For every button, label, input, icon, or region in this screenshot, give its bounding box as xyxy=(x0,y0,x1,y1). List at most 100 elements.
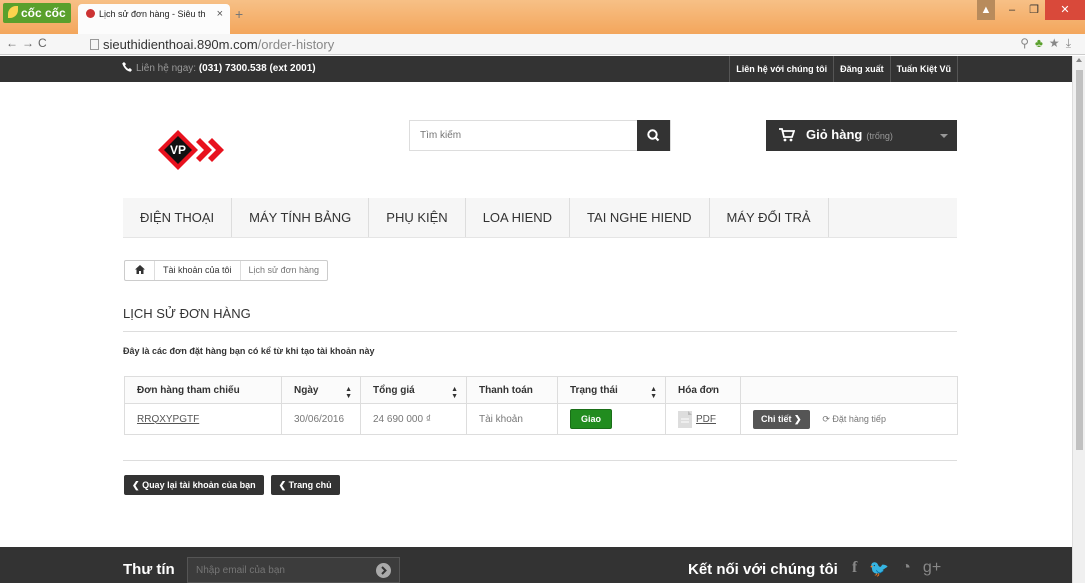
contact-phone: (031) 7300.538 (ext 2001) xyxy=(198,63,316,74)
orders-table: Đơn hàng tham chiếu Ngày ▲ ▼ Tổng giá ▲ ▼ Th… xyxy=(124,376,958,435)
home-icon[interactable] xyxy=(125,261,155,280)
newsletter-title: Thư tín xyxy=(123,561,175,578)
logout-link[interactable]: Đăng xuất xyxy=(833,56,890,82)
reorder-link[interactable]: ⟳ Đặt hàng tiếp xyxy=(822,414,886,424)
minimize-button[interactable]: – xyxy=(1001,0,1023,20)
newsletter-email-input[interactable] xyxy=(188,558,368,582)
search-input[interactable] xyxy=(410,121,638,150)
new-tab-button[interactable]: + xyxy=(235,6,243,22)
col-total[interactable]: Tổng giá ▲ ▼ xyxy=(360,376,467,404)
tab-close-icon[interactable]: × xyxy=(217,8,223,20)
menu-item-speakers[interactable]: LOA HIEND xyxy=(466,198,571,237)
url-host: sieuthidienthoai.890m.com xyxy=(103,37,258,52)
sort-icon[interactable]: ▲ ▼ xyxy=(650,386,657,400)
col-reference-label: Đơn hàng tham chiếu xyxy=(137,384,240,396)
menu-item-phones[interactable]: ĐIỆN THOẠI xyxy=(123,198,233,237)
back-to-account-label: Quay lại tài khoản của bạn xyxy=(142,480,256,490)
order-details-button[interactable]: Chi tiết ❯ xyxy=(753,409,810,429)
back-to-account-button[interactable]: ❮ Quay lại tài khoản của bạn xyxy=(124,475,264,495)
menu-item-tablets[interactable]: MÁY TÍNH BẢNG xyxy=(232,198,370,237)
menu-item-accessories[interactable]: PHỤ KIỆN xyxy=(369,198,466,237)
facebook-icon[interactable]: f xyxy=(852,559,857,579)
breadcrumb-account[interactable]: Tài khoản của tôi xyxy=(155,261,240,280)
col-date[interactable]: Ngày ▲ ▼ xyxy=(281,376,361,404)
page-icon xyxy=(90,39,99,50)
bookmark-star-icon[interactable]: ★ xyxy=(1049,36,1066,50)
pdf-file-icon[interactable] xyxy=(678,410,692,428)
phone-icon xyxy=(122,62,132,72)
cell-status: Giao xyxy=(557,403,666,435)
download-icon[interactable]: ⤓ xyxy=(1066,36,1077,50)
scroll-up-icon[interactable] xyxy=(1076,58,1082,62)
refresh-icon: ⟳ xyxy=(822,413,830,424)
col-actions xyxy=(740,376,958,404)
breadcrumb-current: Lịch sử đơn hàng xyxy=(239,261,327,280)
sort-icon[interactable]: ▲ ▼ xyxy=(451,386,458,400)
connect-title: Kết nối với chúng tôi xyxy=(688,561,838,578)
chevron-left-icon: ❮ xyxy=(278,480,287,490)
maximize-button[interactable]: ❐ xyxy=(1023,0,1045,20)
col-reference[interactable]: Đơn hàng tham chiếu xyxy=(124,376,282,404)
leaf-icon xyxy=(8,6,18,18)
zoom-icon[interactable]: ⚲ xyxy=(1020,36,1035,50)
home-button-label: Trang chủ xyxy=(288,480,332,490)
scrollbar[interactable] xyxy=(1072,56,1085,583)
col-status-label: Trạng thái xyxy=(570,384,618,396)
site-footer: Thư tín Kết nối với chúng tôi f 🐦 ◔ g+ xyxy=(0,547,1072,583)
menu-item-trade-in[interactable]: MÁY ĐỔI TRẢ xyxy=(710,198,829,237)
address-actions: ⚲♣★⤓ xyxy=(1020,36,1077,51)
cell-total: 24 690 000 ₫ xyxy=(360,403,467,435)
url-field[interactable]: sieuthidienthoai.890m.com/order-history xyxy=(90,37,334,52)
google-plus-icon[interactable]: g+ xyxy=(923,559,941,579)
invoice-pdf-link[interactable]: PDF xyxy=(696,414,716,425)
col-status[interactable]: Trạng thái ▲ ▼ xyxy=(557,376,666,404)
chevron-left-icon: ❮ xyxy=(132,480,140,490)
col-total-label: Tổng giá xyxy=(373,384,415,396)
back-icon[interactable]: ← xyxy=(6,36,22,50)
chevron-right-icon: ❯ xyxy=(794,413,802,424)
order-reference-link[interactable]: RRQXYPGTF xyxy=(137,414,199,425)
browser-brand: cốc cốc xyxy=(21,6,66,20)
newsletter-submit-icon[interactable] xyxy=(376,563,391,578)
reload-icon[interactable]: C xyxy=(38,36,51,50)
browser-tab[interactable]: Lịch sử đơn hàng - Siêu th × xyxy=(78,4,230,34)
url-path: /order-history xyxy=(257,37,335,52)
menu-item-headphones[interactable]: TAI NGHE HIEND xyxy=(570,198,710,237)
site-top-bar: Liên hệ ngay: (031) 7300.538 (ext 2001) … xyxy=(0,56,1072,82)
col-payment: Thanh toán xyxy=(466,376,558,404)
home-button[interactable]: ❮ Trang chủ xyxy=(270,475,340,495)
cart-icon xyxy=(779,128,795,142)
site-logo[interactable]: VP xyxy=(158,130,230,170)
profile-icon[interactable]: ▲ xyxy=(977,0,995,20)
social-links: f 🐦 ◔ g+ xyxy=(852,559,941,579)
cart-label: Giỏ hàng xyxy=(806,127,863,142)
contact-info: Liên hệ ngay: (031) 7300.538 (ext 2001) xyxy=(122,62,316,74)
search-button[interactable] xyxy=(637,120,670,151)
scroll-thumb[interactable] xyxy=(1076,70,1083,450)
rss-icon[interactable]: ◔ xyxy=(901,559,911,579)
footer-navigation: ❮ Quay lại tài khoản của bạn ❮ Trang chủ xyxy=(124,475,340,495)
twitter-icon[interactable]: 🐦 xyxy=(869,559,889,579)
page-title: LỊCH SỬ ĐƠN HÀNG xyxy=(123,306,251,321)
col-payment-label: Thanh toán xyxy=(479,384,533,396)
search-box xyxy=(409,120,671,151)
divider xyxy=(123,460,957,461)
cart-status: (trống) xyxy=(866,131,893,141)
close-window-button[interactable]: ✕ xyxy=(1045,0,1085,20)
col-invoice-label: Hóa đơn xyxy=(678,384,719,396)
intro-text: Đây là các đơn đặt hàng bạn có kể từ khi… xyxy=(123,346,375,356)
top-links: Liên hệ với chúng tôi Đăng xuất Tuấn Kiệ… xyxy=(729,56,958,82)
cell-date: 30/06/2016 xyxy=(281,403,361,435)
forward-icon[interactable]: → xyxy=(22,36,38,50)
browser-logo[interactable]: cốc cốc xyxy=(3,3,71,23)
address-bar: ←→C sieuthidienthoai.890m.com/order-hist… xyxy=(0,34,1085,55)
sort-icon[interactable]: ▲ ▼ xyxy=(345,386,352,400)
cart-button[interactable]: Giỏ hàng (trống) xyxy=(766,120,957,151)
user-account-link[interactable]: Tuấn Kiệt Vũ xyxy=(889,56,958,82)
favicon-icon xyxy=(86,9,95,18)
extension-icon[interactable]: ♣ xyxy=(1035,36,1049,50)
cell-reference: RRQXYPGTF xyxy=(124,403,282,435)
details-label: Chi tiết xyxy=(761,413,792,424)
window-controls: ▲ – ❐ ✕ xyxy=(977,0,1085,20)
contact-us-link[interactable]: Liên hệ với chúng tôi xyxy=(729,56,833,82)
